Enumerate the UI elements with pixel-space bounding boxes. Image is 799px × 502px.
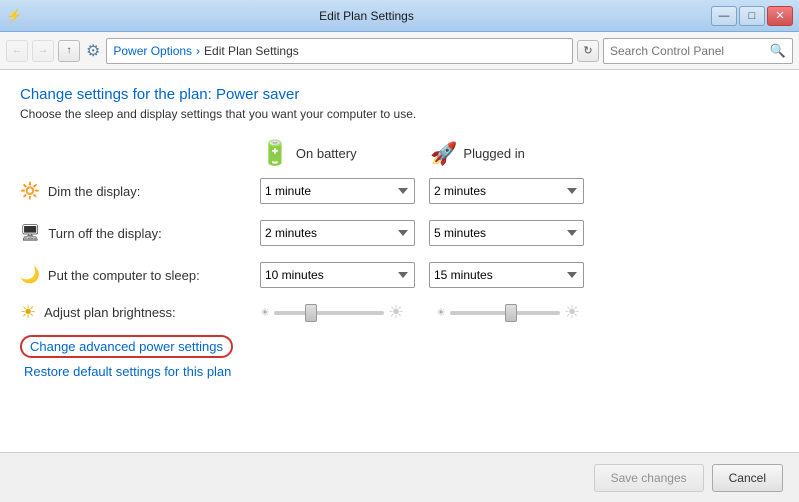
title-bar: ⚡ Edit Plan Settings — □ ✕ bbox=[0, 0, 799, 32]
search-input[interactable] bbox=[610, 44, 770, 58]
app-icon: ⚡ bbox=[6, 8, 22, 24]
window-title: Edit Plan Settings bbox=[22, 9, 711, 23]
column-headers: 🔋 On battery 🚀 Plugged in bbox=[20, 139, 779, 168]
dim-battery-select[interactable]: 1 minute 2 minutes 3 minutes 5 minutes 1… bbox=[260, 178, 415, 204]
address-bar: ← → ↑ ⚙ Power Options › Edit Plan Settin… bbox=[0, 32, 799, 70]
brightness-label: ☀ Adjust plan brightness: bbox=[20, 302, 260, 323]
turnoff-pluggedin-select[interactable]: 1 minute 2 minutes 3 minutes 5 minutes 1… bbox=[429, 220, 584, 246]
brightness-sun-icon: ☀ bbox=[20, 302, 36, 323]
dim-label-text: Dim the display: bbox=[48, 184, 140, 199]
battery-brightness-thumb[interactable] bbox=[305, 304, 317, 322]
breadcrumb-current: Edit Plan Settings bbox=[204, 44, 299, 58]
dim-icon: 🔆 bbox=[20, 181, 40, 201]
settings-grid: 🔋 On battery 🚀 Plugged in 🔆 Dim the disp… bbox=[20, 139, 779, 323]
battery-column-header: 🔋 On battery bbox=[260, 139, 430, 168]
pluggedin-brightness-slider-container bbox=[450, 304, 560, 322]
dim-pluggedin-select[interactable]: 1 minute 2 minutes 3 minutes 5 minutes 1… bbox=[429, 178, 584, 204]
battery-brightness-high-icon: ☀ bbox=[388, 302, 404, 323]
up-button[interactable]: ↑ bbox=[58, 40, 80, 62]
sleep-row: 🌙 Put the computer to sleep: 5 minutes 1… bbox=[20, 260, 779, 290]
dim-selects: 1 minute 2 minutes 3 minutes 5 minutes 1… bbox=[260, 178, 584, 204]
pluggedin-brightness-high-icon: ☀ bbox=[564, 302, 580, 323]
turnoff-battery-select[interactable]: 1 minute 2 minutes 3 minutes 5 minutes 1… bbox=[260, 220, 415, 246]
search-icon[interactable]: 🔍 bbox=[770, 43, 786, 59]
pluggedin-brightness-low-icon: ☀ bbox=[436, 306, 446, 319]
sleep-label-text: Put the computer to sleep: bbox=[48, 268, 200, 283]
breadcrumb-power-options[interactable]: Power Options bbox=[113, 44, 192, 58]
battery-brightness-low-icon: ☀ bbox=[260, 306, 270, 319]
battery-icon: 🔋 bbox=[260, 139, 290, 168]
page-title: Change settings for the plan: Power save… bbox=[20, 86, 779, 103]
restore-defaults-link[interactable]: Restore default settings for this plan bbox=[24, 364, 779, 379]
minimize-button[interactable]: — bbox=[711, 6, 737, 26]
pluggedin-column-header: 🚀 Plugged in bbox=[430, 141, 600, 167]
turnoff-display-label: 🖥 Turn off the display: bbox=[20, 223, 260, 243]
breadcrumb-sep1: › bbox=[196, 44, 200, 58]
cancel-button[interactable]: Cancel bbox=[712, 464, 783, 492]
battery-brightness-track bbox=[274, 311, 384, 315]
turnoff-selects: 1 minute 2 minutes 3 minutes 5 minutes 1… bbox=[260, 220, 584, 246]
brightness-label-text: Adjust plan brightness: bbox=[44, 305, 176, 320]
main-content: Change settings for the plan: Power save… bbox=[0, 70, 799, 452]
footer: Save changes Cancel bbox=[0, 452, 799, 502]
links-section: Change advanced power settings Restore d… bbox=[20, 335, 779, 379]
back-button[interactable]: ← bbox=[6, 40, 28, 62]
sleep-label: 🌙 Put the computer to sleep: bbox=[20, 265, 260, 285]
location-icon: ⚙ bbox=[86, 41, 100, 61]
page-subtitle: Choose the sleep and display settings th… bbox=[20, 107, 779, 121]
brightness-controls: ☀ ☀ ☀ ☀ bbox=[260, 302, 580, 323]
rocket-icon: 🚀 bbox=[430, 141, 457, 167]
search-box: 🔍 bbox=[603, 38, 793, 64]
battery-brightness-group: ☀ ☀ bbox=[260, 302, 404, 323]
brightness-row: ☀ Adjust plan brightness: ☀ ☀ ☀ bbox=[20, 302, 779, 323]
turnoff-icon: 🖥 bbox=[20, 223, 40, 243]
dim-display-row: 🔆 Dim the display: 1 minute 2 minutes 3 … bbox=[20, 176, 779, 206]
turnoff-label-text: Turn off the display: bbox=[48, 226, 161, 241]
save-changes-button[interactable]: Save changes bbox=[594, 464, 704, 492]
sleep-icon: 🌙 bbox=[20, 265, 40, 285]
pluggedin-brightness-thumb[interactable] bbox=[505, 304, 517, 322]
battery-label: On battery bbox=[296, 146, 357, 161]
window-controls: — □ ✕ bbox=[711, 6, 793, 26]
sleep-selects: 5 minutes 10 minutes 15 minutes 20 minut… bbox=[260, 262, 584, 288]
pluggedin-brightness-track bbox=[450, 311, 560, 315]
refresh-button[interactable]: ↻ bbox=[577, 40, 599, 62]
breadcrumb: Power Options › Edit Plan Settings bbox=[106, 38, 573, 64]
maximize-button[interactable]: □ bbox=[739, 6, 765, 26]
dim-display-label: 🔆 Dim the display: bbox=[20, 181, 260, 201]
turnoff-display-row: 🖥 Turn off the display: 1 minute 2 minut… bbox=[20, 218, 779, 248]
forward-button[interactable]: → bbox=[32, 40, 54, 62]
title-bar-left: ⚡ bbox=[6, 8, 22, 24]
battery-brightness-slider-container bbox=[274, 304, 384, 322]
sleep-battery-select[interactable]: 5 minutes 10 minutes 15 minutes 20 minut… bbox=[260, 262, 415, 288]
close-button[interactable]: ✕ bbox=[767, 6, 793, 26]
sleep-pluggedin-select[interactable]: 5 minutes 10 minutes 15 minutes 20 minut… bbox=[429, 262, 584, 288]
pluggedin-label: Plugged in bbox=[463, 146, 524, 161]
advanced-power-settings-link[interactable]: Change advanced power settings bbox=[20, 335, 233, 358]
pluggedin-brightness-group: ☀ ☀ bbox=[436, 302, 580, 323]
